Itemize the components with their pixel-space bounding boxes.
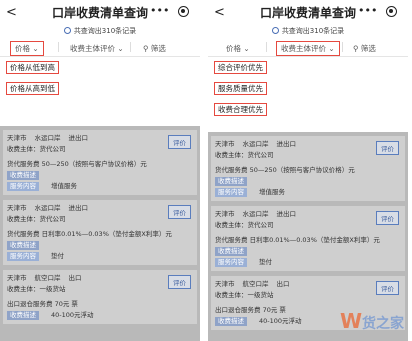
- evaluate-button[interactable]: 评价: [168, 275, 191, 289]
- result-count: 共查询出310条记录: [0, 24, 200, 38]
- divider: [266, 42, 267, 52]
- divider: [342, 42, 343, 52]
- evaluation-filter[interactable]: 收费主体评价 ⌄: [70, 43, 124, 54]
- evaluate-button[interactable]: 评价: [168, 205, 191, 219]
- evaluate-button[interactable]: 评价: [376, 141, 399, 155]
- option-price-desc[interactable]: 价格从高到低: [0, 78, 200, 99]
- screen-filter[interactable]: ⚲ 筛选: [143, 43, 166, 54]
- result-list: 天津市 水运口岸 进出口 收费主体：货代公司 评价 货代服务费 50—250（按照与…: [0, 126, 200, 341]
- app-header: < 口岸收费清单查询 •••: [208, 0, 408, 24]
- list-item[interactable]: 天津市 水运口岸 进出口 收费主体：货代公司 评价 货代服务费 50—250（按照与…: [3, 130, 197, 195]
- search-icon: [271, 27, 279, 34]
- left-screen: < 口岸收费清单查询 ••• 共查询出310条记录 价格 ⌄ 收费主体评价 ⌄ …: [0, 0, 200, 341]
- filter-bar: 价格 ⌄ 收费主体评价 ⌄ ⚲ 筛选: [0, 38, 200, 57]
- evaluation-filter[interactable]: 收费主体评价 ⌄: [276, 41, 340, 56]
- watermark-logo: W货之家: [339, 309, 404, 333]
- list-item[interactable]: 天津市 水运口岸 进出口 收费主体：货代公司 评价 货代服务费 50—250（按照与…: [211, 136, 405, 201]
- option-fee-reasonable[interactable]: 收费合理优先: [208, 99, 408, 120]
- search-icon: [63, 27, 71, 34]
- result-count: 共查询出310条记录: [208, 24, 408, 38]
- list-item[interactable]: 天津市 水运口岸 进出口 收费主体：货代公司 评价 货代服务费 日利率0.01%—0…: [3, 200, 197, 265]
- list-item[interactable]: 天津市 水运口岸 进出口 收费主体：货代公司 评价 货代服务费 日利率0.01%—0…: [211, 206, 405, 271]
- divider: [58, 42, 59, 52]
- option-service-quality[interactable]: 服务质量优先: [208, 78, 408, 99]
- price-filter[interactable]: 价格 ⌄: [10, 41, 44, 56]
- close-target-icon[interactable]: [386, 6, 397, 17]
- close-target-icon[interactable]: [178, 6, 189, 17]
- evaluate-button[interactable]: 评价: [376, 211, 399, 225]
- evaluate-button[interactable]: 评价: [168, 135, 191, 149]
- price-dropdown: 价格从低到高 价格从高到低: [0, 57, 200, 99]
- page-title: 口岸收费清单查询: [259, 6, 356, 20]
- more-icon[interactable]: •••: [150, 4, 169, 17]
- evaluate-button[interactable]: 评价: [376, 281, 399, 295]
- option-price-asc[interactable]: 价格从低到高: [0, 57, 200, 78]
- list-item[interactable]: 天津市 航空口岸 出口 收费主体：一级货站 评价 出口退仓服务费 70元 票 收费描…: [3, 270, 197, 324]
- app-header: < 口岸收费清单查询 •••: [0, 0, 200, 24]
- evaluation-dropdown: 综合评价优先 服务质量优先 收费合理优先: [208, 57, 408, 120]
- more-icon[interactable]: •••: [358, 4, 377, 17]
- screen-filter[interactable]: ⚲ 筛选: [353, 43, 376, 54]
- filter-bar: 价格 ⌄ 收费主体评价 ⌄ ⚲ 筛选: [208, 38, 408, 57]
- right-screen: < 口岸收费清单查询 ••• 共查询出310条记录 价格 ⌄ 收费主体评价 ⌄ …: [208, 0, 408, 341]
- page-title: 口岸收费清单查询: [51, 6, 148, 20]
- price-filter[interactable]: 价格 ⌄: [226, 43, 250, 54]
- divider: [130, 42, 131, 52]
- option-overall[interactable]: 综合评价优先: [208, 57, 408, 78]
